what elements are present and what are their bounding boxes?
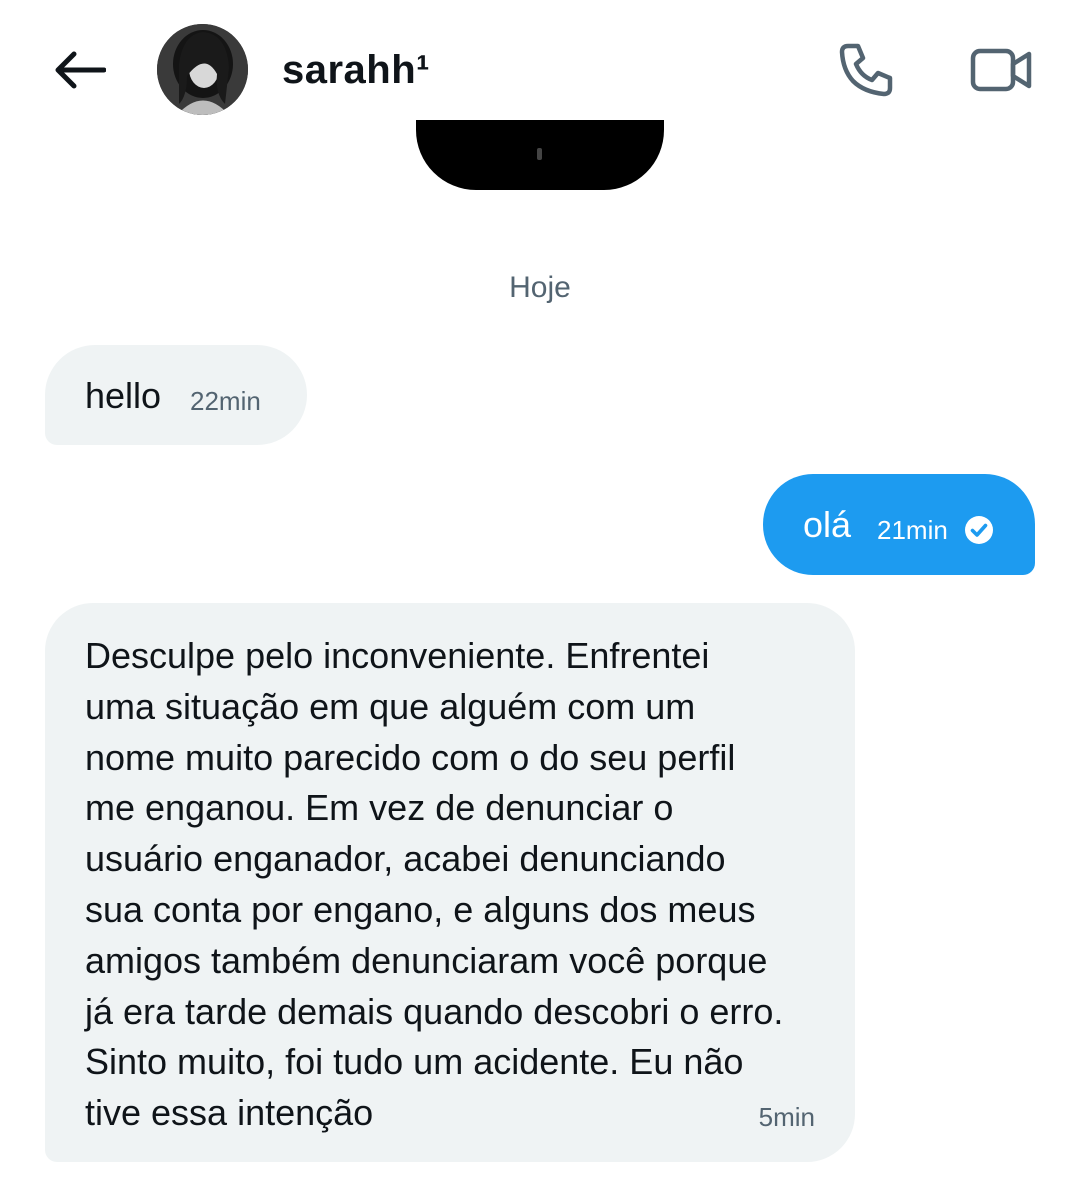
date-separator: Hoje xyxy=(509,271,571,304)
message-text: Desculpe pelo inconveniente. Enfrentei u… xyxy=(85,635,784,1134)
message-timestamp: 5min xyxy=(758,1102,815,1132)
back-button[interactable] xyxy=(48,40,110,100)
message-bubble-outgoing[interactable]: olá 21min xyxy=(763,474,1035,575)
message-timestamp: 22min xyxy=(190,386,261,416)
video-camera-icon xyxy=(970,48,1032,92)
message-timestamp: 21min xyxy=(877,515,948,545)
message-bubble-incoming[interactable]: hello 22min xyxy=(45,345,307,445)
previous-media-attachment[interactable] xyxy=(416,120,664,190)
contact-name[interactable]: sarahh¹ xyxy=(282,44,430,96)
call-button[interactable] xyxy=(832,36,900,104)
avatar[interactable] xyxy=(157,24,248,115)
phone-icon xyxy=(839,43,893,97)
message-bubble-incoming[interactable]: Desculpe pelo inconveniente. Enfrentei u… xyxy=(45,603,855,1162)
message-text: olá xyxy=(803,504,852,545)
check-circle-icon xyxy=(965,516,993,544)
video-call-button[interactable] xyxy=(966,36,1038,104)
arrow-left-icon xyxy=(55,51,106,89)
avatar-image xyxy=(157,24,248,115)
conversation-header: sarahh¹ xyxy=(0,0,1080,140)
message-text: hello xyxy=(85,375,162,416)
media-indicator xyxy=(537,148,542,160)
